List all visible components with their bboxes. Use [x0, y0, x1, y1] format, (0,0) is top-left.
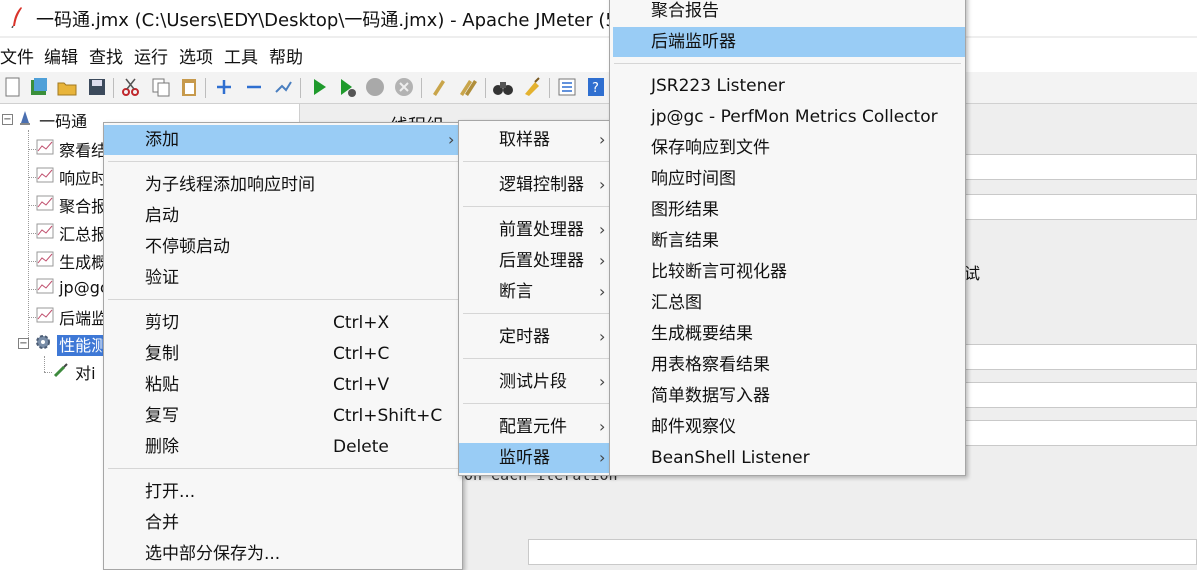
menu-item-simple-data-writer[interactable]: 简单数据写入器 [610, 381, 965, 411]
menu-item-logic-controller[interactable]: 逻辑控制器 › [459, 170, 613, 200]
menu-item-aggregate-report[interactable]: 聚合报告 [610, 0, 965, 26]
menu-item-cut[interactable]: 剪切 Ctrl+X [104, 308, 462, 338]
menu-help[interactable]: 帮助 [269, 43, 303, 68]
tree-node-view-results[interactable]: 察看结 [36, 137, 107, 161]
tree-node-root[interactable]: 一码通 [16, 108, 87, 132]
menu-item-config-element[interactable]: 配置元件 › [459, 412, 613, 442]
cut-icon[interactable] [120, 76, 142, 98]
menu-search[interactable]: 查找 [89, 43, 123, 68]
search-binoculars-icon[interactable] [492, 76, 514, 98]
menu-item-sampler[interactable]: 取样器 › [459, 125, 613, 155]
duration-field[interactable] [528, 539, 1197, 565]
toggle-icon[interactable] [272, 76, 294, 98]
shutdown-icon[interactable] [393, 76, 415, 98]
menu-item-perfmon-collector[interactable]: jp@gc - PerfMon Metrics Collector [610, 102, 965, 132]
stop-icon[interactable] [364, 76, 386, 98]
context-menu: 添加 › 为子线程添加响应时间 启动 不停顿启动 验证 剪切 Ctrl+X 复制 C… [103, 122, 463, 570]
menu-edit[interactable]: 编辑 [44, 43, 78, 68]
menu-item-view-results-table[interactable]: 用表格察看结果 [610, 350, 965, 380]
toolbar: ? [0, 72, 1197, 104]
menu-item-duplicate[interactable]: 复写 Ctrl+Shift+C [104, 401, 462, 431]
menu-item-compare-assertion-visualizer[interactable]: 比较断言可视化器 [610, 257, 965, 287]
menu-item-start-no-pause[interactable]: 不停顿启动 [104, 232, 462, 262]
tree-node-generate-summary[interactable]: 生成概 [36, 249, 107, 273]
partial-label: 试 [964, 264, 981, 283]
menu-item-open[interactable]: 打开... [104, 477, 462, 507]
listener-chart-icon [36, 223, 54, 243]
collapse-icon[interactable] [243, 76, 265, 98]
tree-node-sampler[interactable]: 对i [52, 360, 96, 384]
menu-options[interactable]: 选项 [179, 43, 213, 68]
jmeter-feather-icon [11, 7, 22, 28]
tree-node-backend-listener[interactable]: 后端监 [36, 305, 107, 329]
menu-item-delete[interactable]: 删除 Delete [104, 432, 462, 462]
menu-item-assertion-results[interactable]: 断言结果 [610, 226, 965, 256]
menu-item-backend-listener[interactable]: 后端监听器 [613, 27, 965, 57]
tree-node-thread-group[interactable]: 性能测 [34, 332, 110, 356]
tree-node-response-time[interactable]: 响应时 [36, 165, 107, 189]
function-helper-icon[interactable] [556, 76, 578, 98]
expand-icon[interactable] [213, 76, 235, 98]
menu-item-timer[interactable]: 定时器 › [459, 322, 613, 352]
listener-submenu: 聚合报告 后端监听器 JSR223 Listener jp@gc - PerfM… [609, 0, 966, 476]
menu-item-listener[interactable]: 监听器 › [459, 443, 613, 473]
menu-item-save-selection[interactable]: 选中部分保存为... [104, 539, 462, 569]
listener-chart-icon [36, 307, 54, 327]
menu-item-response-time-graph[interactable]: 响应时间图 [610, 164, 965, 194]
tree-node-summary-report[interactable]: 汇总报 [36, 221, 107, 245]
menu-item-paste[interactable]: 粘贴 Ctrl+V [104, 370, 462, 400]
menu-item-add-response-time[interactable]: 为子线程添加响应时间 [104, 170, 462, 200]
gear-icon [34, 333, 52, 355]
menu-file[interactable]: 文件 [0, 43, 34, 68]
copy-icon[interactable] [150, 76, 172, 98]
menu-item-mailer-visualizer[interactable]: 邮件观察仪 [610, 412, 965, 442]
help-icon[interactable]: ? [585, 76, 607, 98]
root-expander[interactable]: − [2, 114, 13, 125]
menu-item-pre-processor[interactable]: 前置处理器 › [459, 215, 613, 245]
save-icon[interactable] [86, 76, 108, 98]
start-icon[interactable] [308, 76, 330, 98]
menu-item-beanshell-listener[interactable]: BeanShell Listener [610, 443, 965, 473]
title-bar: 一码通.jmx (C:\Users\EDY\Desktop\一码通.jmx) -… [0, 0, 1197, 36]
menu-run[interactable]: 运行 [134, 43, 168, 68]
menu-item-summary-graph[interactable]: 汇总图 [610, 288, 965, 318]
listener-chart-icon [36, 195, 54, 215]
templates-icon[interactable] [28, 76, 50, 98]
menu-item-post-processor[interactable]: 后置处理器 › [459, 246, 613, 276]
svg-text:?: ? [592, 81, 599, 96]
menu-bar: 文件 编辑 查找 运行 选项 工具 帮助 [0, 38, 1197, 72]
menu-item-assertion[interactable]: 断言 › [459, 277, 613, 307]
reset-search-icon[interactable] [521, 76, 543, 98]
menu-item-test-fragment[interactable]: 测试片段 › [459, 367, 613, 397]
start-no-pause-icon[interactable] [336, 76, 358, 98]
pipette-icon [52, 361, 70, 383]
menu-item-add[interactable]: 添加 › [104, 125, 462, 155]
listener-chart-icon [36, 139, 54, 159]
thread-group-expander[interactable]: − [18, 338, 29, 349]
new-icon[interactable] [2, 76, 24, 98]
paste-icon[interactable] [178, 76, 200, 98]
test-plan-icon [16, 109, 34, 131]
menu-item-copy[interactable]: 复制 Ctrl+C [104, 339, 462, 369]
listener-chart-icon [36, 251, 54, 271]
menu-item-jsr223-listener[interactable]: JSR223 Listener [610, 71, 965, 101]
tree-node-root-label: 一码通 [39, 112, 88, 131]
menu-item-graph-results[interactable]: 图形结果 [610, 195, 965, 225]
clear-icon[interactable] [428, 76, 450, 98]
listener-chart-icon [36, 278, 54, 298]
menu-item-generate-summary[interactable]: 生成概要结果 [610, 319, 965, 349]
submenu-arrow-icon: › [448, 130, 455, 149]
menu-item-validate[interactable]: 验证 [104, 263, 462, 293]
tree-node-aggregate-report[interactable]: 聚合报 [36, 193, 107, 217]
listener-chart-icon [36, 167, 54, 187]
menu-item-save-responses[interactable]: 保存响应到文件 [610, 133, 965, 163]
open-icon[interactable] [56, 76, 78, 98]
tree-node-perfmon[interactable]: jp@gc [36, 277, 109, 301]
clear-all-icon[interactable] [457, 76, 479, 98]
add-submenu: 取样器 › 逻辑控制器 › 前置处理器 › 后置处理器 › 断言 › 定时器 › 测试片段 ›… [458, 120, 614, 476]
window-title: 一码通.jmx (C:\Users\EDY\Desktop\一码通.jmx) -… [36, 10, 634, 31]
menu-item-start[interactable]: 启动 [104, 201, 462, 231]
menu-item-merge[interactable]: 合并 [104, 508, 462, 538]
menu-tools[interactable]: 工具 [224, 43, 258, 68]
